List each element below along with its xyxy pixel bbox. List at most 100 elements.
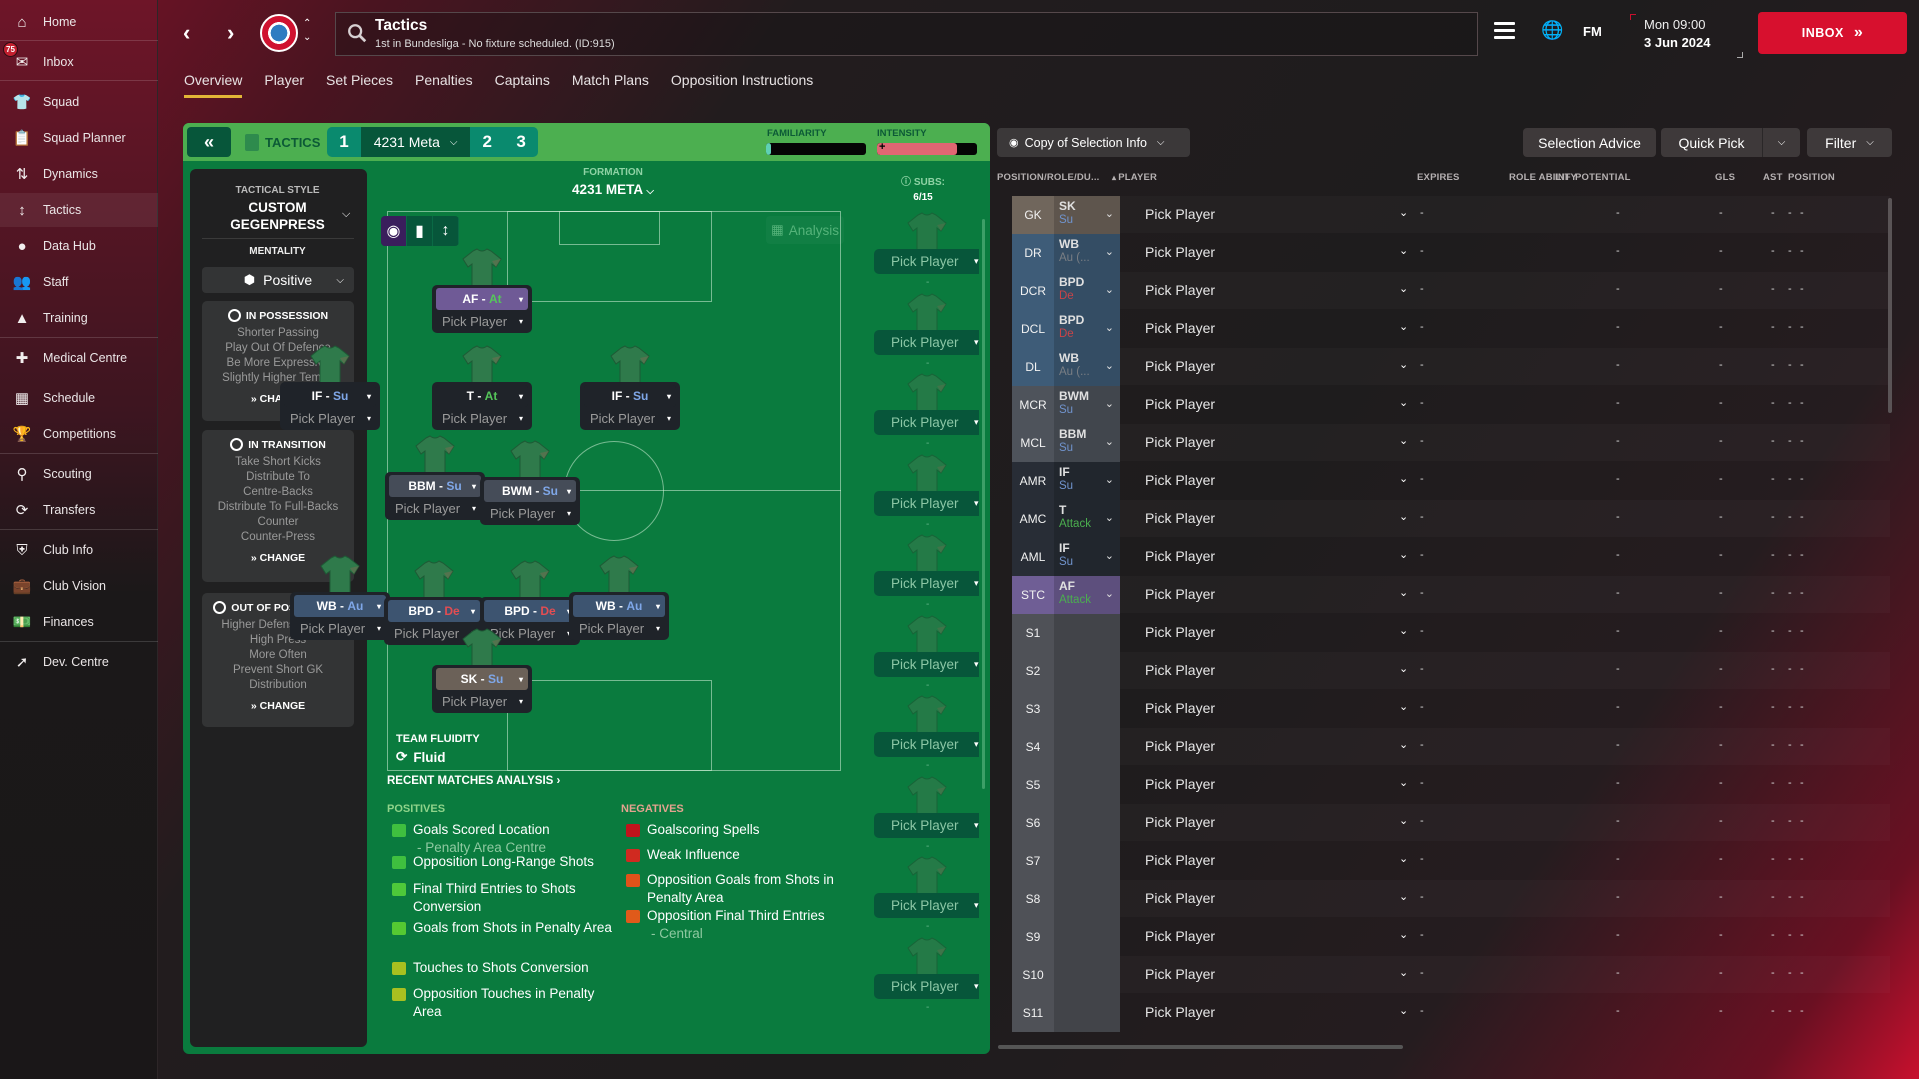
sidebar-item-finances[interactable]: 💵 Finances	[0, 605, 158, 639]
role-cell[interactable]: T Attack ⌄	[1054, 500, 1120, 538]
chevron-down-icon[interactable]: ⌄	[1399, 510, 1408, 523]
pick-player-dropdown[interactable]: Pick Player	[1145, 206, 1215, 222]
filter-dropdown[interactable]: Filter ⌵	[1807, 128, 1892, 157]
tab-set-pieces[interactable]: Set Pieces	[316, 70, 403, 98]
pick-player-dropdown[interactable]: Pick Player	[1145, 396, 1215, 412]
role-cell[interactable]: SK Su ⌄	[1054, 196, 1120, 234]
role-dropdown[interactable]: WB - Au ▾	[294, 595, 386, 617]
sidebar-item-data-hub[interactable]: ● Data Hub	[0, 229, 158, 263]
table-row[interactable]: AML IF Su ⌄ Pick Player ⌄ - - - - - -	[1012, 538, 1890, 576]
tactic-slot-2[interactable]: 2	[470, 127, 504, 157]
pick-player-dropdown[interactable]: Pick Player	[1145, 966, 1215, 982]
table-row[interactable]: S9 Pick Player ⌄ - - - - - -	[1012, 918, 1890, 956]
chevron-down-icon[interactable]: ⌄	[1399, 966, 1408, 979]
sub-pick-player-dropdown[interactable]: Pick Player ▾	[874, 893, 979, 918]
pick-player-dropdown[interactable]: Pick Player	[1145, 282, 1215, 298]
pick-player-dropdown[interactable]: Pick Player	[1145, 776, 1215, 792]
chevron-down-icon[interactable]: ⌄	[1399, 206, 1408, 219]
chevron-down-icon[interactable]: ⌄	[1399, 776, 1408, 789]
out-of-possession-change-button[interactable]: » CHANGE	[202, 700, 354, 712]
role-cell[interactable]: BPD De ⌄	[1054, 272, 1120, 310]
table-row[interactable]: AMR IF Su ⌄ Pick Player ⌄ - - - - - -	[1012, 462, 1890, 500]
pick-player-dropdown[interactable]: Pick Player	[1145, 320, 1215, 336]
pick-player-dropdown[interactable]: Pick Player▾	[584, 408, 676, 428]
tactical-style-chevron-icon[interactable]: ⌵	[342, 208, 350, 221]
sub-pick-player-dropdown[interactable]: Pick Player ▾	[874, 973, 979, 999]
sidebar-item-club-info[interactable]: ⛨ Club Info	[0, 533, 158, 567]
role-cell[interactable]: BWM Su ⌄	[1054, 386, 1120, 424]
role-dropdown[interactable]: BPD - De▾	[484, 600, 576, 622]
recent-matches-analysis-link[interactable]: RECENT MATCHES ANALYSIS ›	[387, 775, 560, 787]
column-header-position-role-du-[interactable]: POSITION/ROLE/DU...	[997, 172, 1100, 183]
sidebar-item-home[interactable]: ⌂ Home	[0, 5, 158, 39]
sidebar-item-transfers[interactable]: ⟳ Transfers	[0, 493, 158, 527]
chevron-down-icon[interactable]: ⌄	[1399, 890, 1408, 903]
chevron-down-icon[interactable]: ⌄	[1399, 396, 1408, 409]
column-header-expires[interactable]: EXPIRES	[1417, 172, 1460, 183]
sidebar-item-medical-centre[interactable]: ✚ Medical Centre	[0, 341, 158, 375]
chevron-down-icon[interactable]: ⌄	[1399, 472, 1408, 485]
table-row[interactable]: S2 Pick Player ⌄ - - - - - -	[1012, 652, 1890, 690]
intensity-meter[interactable]: +	[877, 143, 977, 155]
table-row[interactable]: STC AF Attack ⌄ Pick Player ⌄ - - - - - -	[1012, 576, 1890, 614]
column-header-player[interactable]: ▴ PLAYER	[1112, 172, 1157, 183]
pick-player-dropdown[interactable]: Pick Player▾	[436, 311, 528, 331]
table-row[interactable]: MCL BBM Su ⌄ Pick Player ⌄ - - - - - -	[1012, 424, 1890, 462]
sidebar-item-competitions[interactable]: 🏆 Competitions	[0, 417, 158, 451]
vertical-scrollbar[interactable]	[1888, 198, 1892, 413]
tactic-slot-3[interactable]: 3	[504, 127, 538, 157]
sub-pick-player-dropdown[interactable]: Pick Player ▾	[874, 490, 979, 516]
role-dropdown[interactable]: T - At ▾	[436, 385, 528, 407]
sub-pick-player-dropdown[interactable]: Pick Player ▾	[874, 812, 979, 838]
table-row[interactable]: MCR BWM Su ⌄ Pick Player ⌄ - - - - - -	[1012, 386, 1890, 424]
role-cell[interactable]: IF Su ⌄	[1054, 538, 1120, 576]
column-header-gls[interactable]: GLS	[1715, 172, 1735, 183]
familiarity-meter[interactable]	[766, 143, 866, 155]
pick-player-dropdown[interactable]: Pick Player▾	[284, 408, 376, 428]
sub-pick-player-dropdown[interactable]: Pick Player ▾	[874, 571, 979, 596]
tab-match-plans[interactable]: Match Plans	[562, 70, 659, 98]
selection-advice-button[interactable]: Selection Advice	[1523, 128, 1656, 157]
chevron-down-icon[interactable]: ⌄	[1399, 852, 1408, 865]
column-header-position[interactable]: POSITION	[1788, 172, 1835, 183]
table-row[interactable]: S10 Pick Player ⌄ - - - - - -	[1012, 956, 1890, 994]
menu-icon[interactable]	[1494, 22, 1515, 39]
pick-player-dropdown[interactable]: Pick Player	[1145, 586, 1215, 602]
chevron-down-icon[interactable]: ⌄	[1399, 244, 1408, 257]
chevron-down-icon[interactable]: ⌄	[1399, 624, 1408, 637]
table-row[interactable]: S5 Pick Player ⌄ - - - - - -	[1012, 766, 1890, 804]
sidebar-item-dynamics[interactable]: ⇅ Dynamics	[0, 157, 158, 191]
forward-arrow-icon[interactable]: ›	[227, 20, 234, 46]
table-row[interactable]: S7 Pick Player ⌄ - - - - - -	[1012, 842, 1890, 880]
pick-player-dropdown[interactable]: Pick Player	[1145, 662, 1215, 678]
chevron-down-icon[interactable]: ⌄	[1399, 738, 1408, 751]
copy-selection-info-dropdown[interactable]: ◉ Copy of Selection Info ⌵	[997, 128, 1190, 157]
pick-player-dropdown[interactable]: Pick Player▾	[484, 503, 576, 523]
sidebar-item-tactics[interactable]: ↕ Tactics	[0, 193, 158, 227]
quick-pick-chevron-icon[interactable]: ⌵	[1762, 128, 1800, 157]
table-row[interactable]: DR WB Au (... ⌄ Pick Player ⌄ - - - - - -	[1012, 234, 1890, 272]
club-up-icon[interactable]: ⌃	[303, 18, 311, 29]
pick-player-dropdown[interactable]: Pick Player	[1145, 434, 1215, 450]
chevron-down-icon[interactable]: ⌄	[1399, 586, 1408, 599]
pick-player-dropdown[interactable]: Pick Player	[1145, 510, 1215, 526]
table-row[interactable]: S8 Pick Player ⌄ - - - - - -	[1012, 880, 1890, 918]
table-row[interactable]: AMC T Attack ⌄ Pick Player ⌄ - - - - - -	[1012, 500, 1890, 538]
chevron-down-icon[interactable]: ⌄	[1399, 358, 1408, 371]
role-dropdown[interactable]: BBM - Su ▾	[389, 475, 481, 497]
column-header-inf[interactable]: INF	[1555, 172, 1571, 183]
role-dropdown[interactable]: AF - At ▾	[436, 288, 528, 310]
pick-player-dropdown[interactable]: Pick Player	[1145, 928, 1215, 944]
role-cell[interactable]: WB Au (... ⌄	[1054, 348, 1120, 386]
pick-player-dropdown[interactable]: Pick Player▾	[436, 691, 528, 711]
chevron-down-icon[interactable]: ⌄	[1399, 320, 1408, 333]
chevron-down-icon[interactable]: ⌄	[1399, 282, 1408, 295]
sub-pick-player-dropdown[interactable]: Pick Player ▾	[874, 249, 979, 274]
role-dropdown[interactable]: IF - Su ▾	[584, 385, 676, 407]
collapse-button[interactable]: «	[187, 127, 231, 157]
sidebar-item-schedule[interactable]: ▦ Schedule	[0, 381, 158, 415]
pick-player-dropdown[interactable]: Pick Player▾	[389, 498, 481, 518]
chevron-down-icon[interactable]: ⌄	[1399, 662, 1408, 675]
role-dropdown[interactable]: SK - Su ▾	[436, 668, 528, 690]
active-tactic-dropdown[interactable]: 4231 Meta ⌵	[360, 127, 471, 157]
